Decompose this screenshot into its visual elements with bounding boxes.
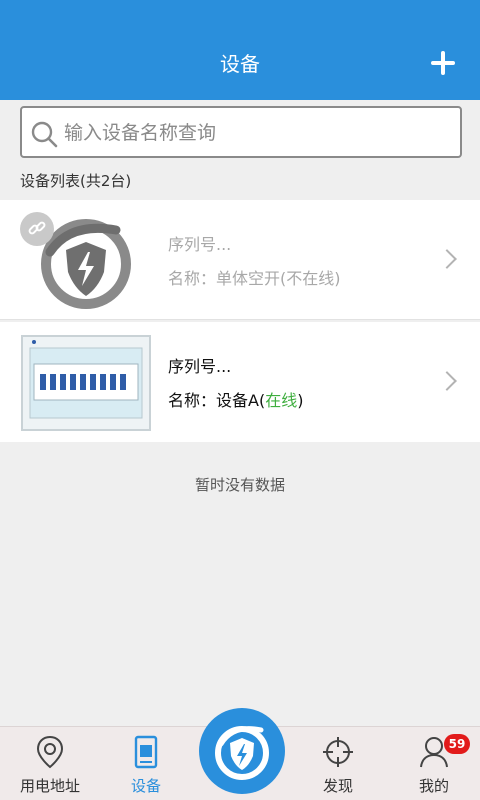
tab-label: 设备 xyxy=(130,777,161,795)
tab-address[interactable]: 用电地址 xyxy=(2,727,98,800)
add-device-button[interactable] xyxy=(428,48,458,78)
device-icon xyxy=(134,735,158,769)
device-list-item[interactable]: 序列号... 名称：设备A(在线) xyxy=(0,322,480,442)
center-action-button[interactable] xyxy=(199,708,285,794)
search-box[interactable]: 输入设备名称查询 xyxy=(20,106,462,158)
online-status: 在线 xyxy=(265,391,298,410)
tab-discover[interactable]: 发现 xyxy=(290,727,386,800)
unlinked-icon xyxy=(20,212,54,246)
device-name: 名称：设备A(在线) xyxy=(168,390,303,412)
empty-message: 暂时没有数据 xyxy=(194,476,285,494)
shield-logo-icon xyxy=(215,726,269,780)
tab-label: 发现 xyxy=(322,777,353,795)
notification-badge: 59 xyxy=(444,734,470,754)
crosshair-icon xyxy=(323,737,353,767)
device-name-suffix: ) xyxy=(297,391,304,410)
device-serial: 序列号... xyxy=(168,235,232,254)
distribution-box-image xyxy=(21,335,151,431)
device-name: 名称：单体空开(不在线) xyxy=(168,269,341,288)
device-list-title: 设备列表(共2台) xyxy=(20,172,132,190)
location-pin-icon xyxy=(36,735,64,769)
search-icon xyxy=(31,121,58,148)
device-serial: 序列号... xyxy=(168,357,232,376)
chevron-right-icon xyxy=(437,249,457,269)
tab-label: 我的 xyxy=(418,777,449,795)
tab-devices[interactable]: 设备 xyxy=(98,727,194,800)
chevron-right-icon xyxy=(437,371,457,391)
tab-label: 用电地址 xyxy=(19,777,80,795)
device-name-prefix: 名称：设备A( xyxy=(168,391,266,410)
page-title: 设备 xyxy=(220,52,260,76)
search-input[interactable]: 输入设备名称查询 xyxy=(64,120,216,146)
app-header: 设备 xyxy=(0,0,480,100)
device-list-item[interactable]: 序列号... 名称：单体空开(不在线) xyxy=(0,200,480,320)
